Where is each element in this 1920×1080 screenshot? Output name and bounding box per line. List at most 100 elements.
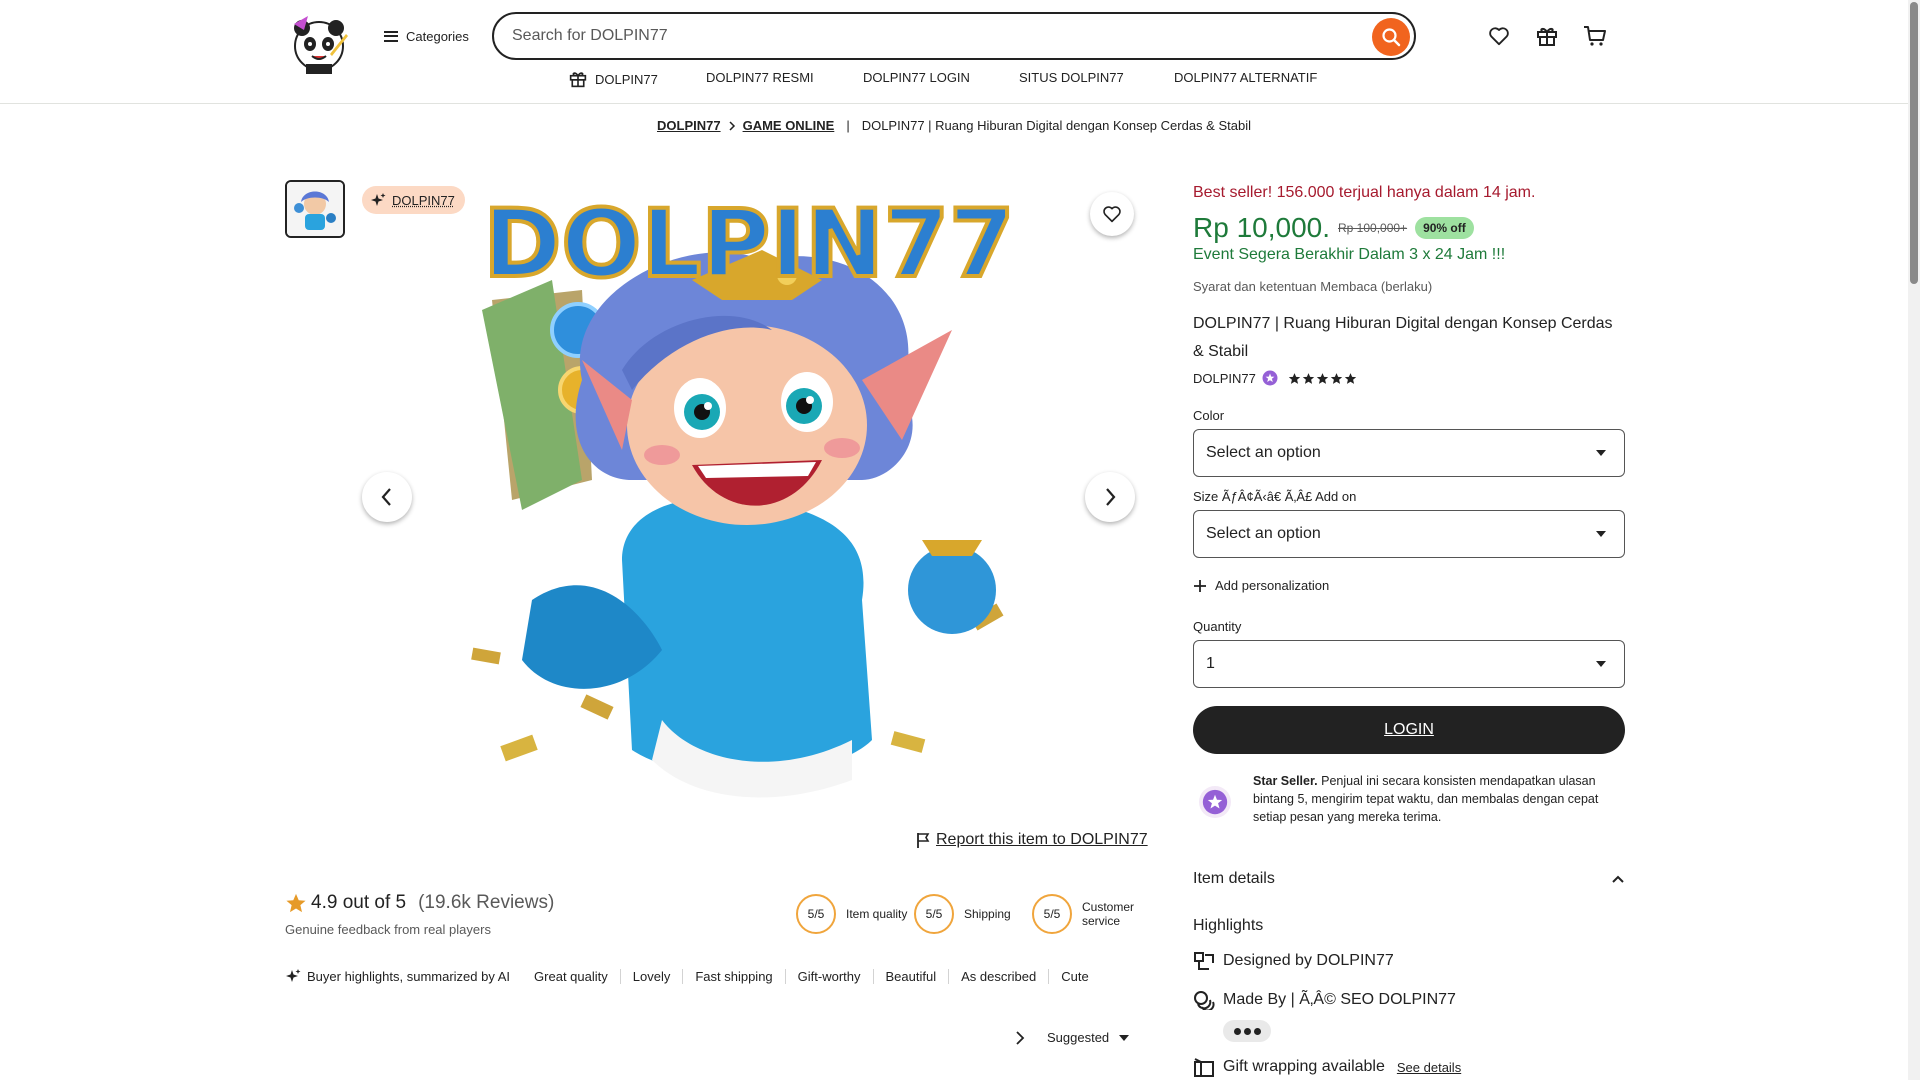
highlight-tag[interactable]: Beautiful: [872, 968, 949, 984]
shop-star-rating: [1288, 372, 1357, 385]
search-button[interactable]: [1372, 18, 1410, 56]
heart-icon: [1103, 206, 1121, 223]
search-input[interactable]: [512, 27, 1292, 45]
menu-icon: [384, 30, 398, 42]
image-thumbnail[interactable]: [285, 180, 345, 238]
page-scrollbar[interactable]: [1908, 0, 1920, 1080]
terms-text: Syarat dan ketentuan Membaca (berlaku): [1193, 279, 1433, 294]
highlight-designed: Designed by DOLPIN77: [1193, 951, 1394, 971]
color-select-value: Select an option: [1206, 444, 1321, 461]
color-select[interactable]: Select an option: [1193, 429, 1625, 477]
product-image[interactable]: DOLPIN77: [432, 180, 1066, 814]
categories-button[interactable]: Categories: [384, 24, 469, 48]
score-label: Shipping: [964, 907, 1011, 921]
nav-item-dolpin77[interactable]: DOLPIN77: [569, 70, 658, 88]
nav-item-alternatif[interactable]: DOLPIN77 ALTERNATIF: [1174, 70, 1317, 85]
search-bar: [492, 12, 1416, 60]
favorites-button[interactable]: [1485, 22, 1513, 50]
add-personalization-label: Add personalization: [1215, 578, 1330, 593]
nav-item-login[interactable]: DOLPIN77 LOGIN: [863, 70, 970, 85]
highlights-title: Highlights: [1193, 917, 1264, 934]
next-image-button[interactable]: [1085, 472, 1135, 522]
highlight-tag[interactable]: Fast shipping: [682, 968, 784, 984]
review-count: (19.6k Reviews): [418, 892, 555, 913]
star-icon: [1316, 372, 1329, 384]
score-shipping: 5/5 Shipping: [914, 894, 1028, 934]
sort-label: Suggested: [1047, 1030, 1110, 1045]
gift-button[interactable]: [1533, 22, 1561, 50]
star-icon: [286, 893, 306, 913]
best-seller-notice: Best seller! 156.000 terjual hanya dalam…: [1193, 184, 1536, 201]
nav-item-situs[interactable]: SITUS DOLPIN77: [1019, 70, 1124, 85]
star-seller-badge-icon: [1262, 370, 1278, 386]
scrollbar-thumb[interactable]: [1910, 2, 1918, 284]
caret-down-icon: [1119, 1034, 1130, 1041]
gift-wrap-icon: [1194, 1058, 1214, 1077]
dot-icon: [1243, 1027, 1251, 1035]
quantity-select[interactable]: 1: [1193, 640, 1625, 688]
original-price: Rp 100,000+: [1338, 221, 1408, 235]
plus-icon: [1194, 579, 1206, 592]
flag-icon: [917, 833, 930, 848]
sparkle-icon: [371, 193, 386, 206]
highlight-tag[interactable]: Gift-worthy: [784, 968, 873, 984]
rating-summary: 4.9 out of 5 (19.6k Reviews): [285, 892, 554, 914]
star-seller-icon: [1199, 786, 1231, 818]
shop-name[interactable]: DOLPIN77: [1193, 371, 1256, 386]
color-label: Color: [1193, 408, 1225, 423]
caret-down-icon: [1596, 450, 1606, 456]
sparkle-icon: [286, 969, 301, 982]
highlight-tag[interactable]: Great quality: [534, 969, 620, 984]
add-personalization-button[interactable]: Add personalization: [1193, 578, 1329, 593]
nav-item-label: SITUS DOLPIN77: [1019, 70, 1124, 85]
more-button[interactable]: [1223, 1020, 1271, 1042]
highlight-tag[interactable]: Cute: [1048, 968, 1100, 984]
caret-down-icon: [1596, 531, 1606, 537]
top-navigation: DOLPIN77 DOLPIN77 RESMI DOLPIN77 LOGIN S…: [0, 70, 1908, 94]
ai-badge[interactable]: DOLPIN77: [362, 186, 465, 214]
nav-item-resmi[interactable]: DOLPIN77 RESMI: [706, 70, 814, 85]
search-icon: [1382, 28, 1401, 47]
item-details-label: Item details: [1193, 870, 1275, 887]
cart-button[interactable]: [1581, 22, 1609, 50]
image-title-text: DOLPIN77: [483, 190, 1014, 299]
score-customer-service: 5/5 Customer service: [1032, 894, 1146, 934]
size-label: Size ÃƒÂ¢Ã‹â€ Ã‚Â£ Add on: [1193, 489, 1357, 504]
highlight-tag[interactable]: As described: [948, 968, 1048, 984]
buyer-highlights: Buyer highlights, summarized by AI Great…: [285, 968, 1101, 984]
heart-icon: [1489, 27, 1509, 46]
highlight-tag[interactable]: Lovely: [619, 968, 683, 984]
event-notice: Event Segera Berakhir Dalam 3 x 24 Jam !…: [1193, 246, 1506, 263]
price-row: Rp 10,000. Rp 100,000+ 90% off: [1193, 212, 1474, 244]
star-seller-title: Star Seller.: [1253, 774, 1318, 788]
report-item-link[interactable]: Report this item to DOLPIN77: [916, 831, 1148, 849]
item-details-toggle[interactable]: Item details: [1193, 870, 1625, 888]
chevron-left-icon: [381, 488, 391, 506]
ai-summary-text: Buyer highlights, summarized by AI: [307, 968, 511, 984]
breadcrumb-link-game-online[interactable]: GAME ONLINE: [743, 118, 835, 133]
report-item-label: Report this item to DOLPIN77: [936, 831, 1148, 848]
favorite-button[interactable]: [1090, 192, 1134, 236]
previous-image-button[interactable]: [362, 472, 412, 522]
size-select[interactable]: Select an option: [1193, 510, 1625, 558]
score-label: Item quality: [846, 907, 908, 921]
nav-item-label: DOLPIN77 LOGIN: [863, 70, 970, 85]
star-seller-info: Star Seller. Penjual ini secara konsiste…: [1193, 770, 1625, 830]
panda-logo[interactable]: [286, 14, 352, 76]
breadcrumb-separator: |: [846, 118, 850, 133]
gift-icon: [569, 72, 587, 88]
product-title: DOLPIN77 | Ruang Hiburan Digital dengan …: [1193, 315, 1613, 360]
score-value: 5/5: [796, 894, 836, 934]
login-button[interactable]: LOGIN: [1193, 706, 1625, 754]
score-item-quality: 5/5 Item quality: [796, 894, 910, 934]
dot-icon: [1233, 1027, 1241, 1035]
see-details-link[interactable]: See details: [1397, 1060, 1461, 1075]
nav-item-label: DOLPIN77 RESMI: [706, 70, 814, 85]
star-icon: [1288, 372, 1301, 384]
breadcrumb-link-dolpin77[interactable]: DOLPIN77: [657, 118, 721, 133]
chevron-right-icon: [729, 120, 735, 131]
star-seller-text: Star Seller. Penjual ini secara konsiste…: [1253, 772, 1625, 826]
rating-subtitle: Genuine feedback from real players: [285, 922, 491, 937]
sort-dropdown[interactable]: Suggested: [1015, 1030, 1130, 1045]
ai-summary-label: Buyer highlights, summarized by AI: [285, 968, 510, 984]
